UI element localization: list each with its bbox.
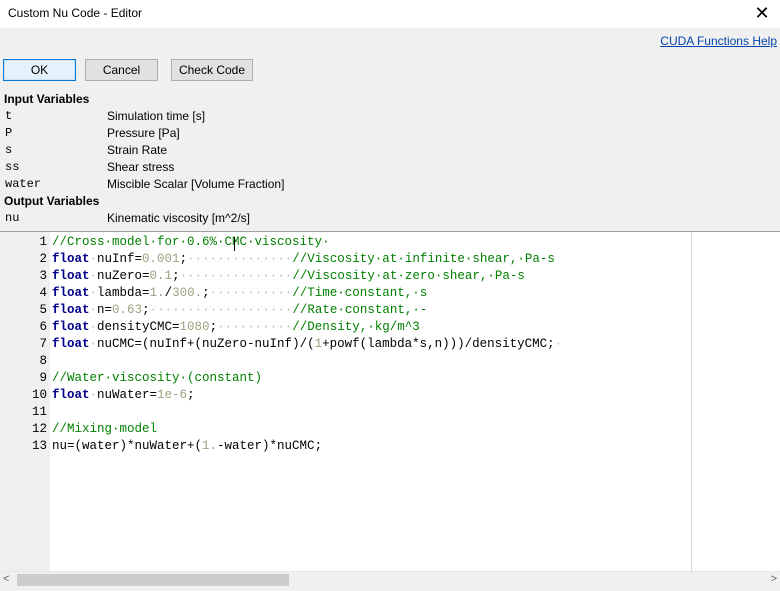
line-number: 5 [39, 303, 47, 317]
line-number: 11 [31, 405, 47, 419]
line-number: 8 [39, 354, 47, 368]
line-number: 4 [39, 286, 47, 300]
variable-name: s [5, 143, 13, 157]
ok-button[interactable]: OK [3, 59, 76, 81]
top-panel: CUDA Functions Help OK Cancel Check Code… [0, 28, 780, 231]
scrollbar-thumb[interactable] [17, 574, 289, 586]
input-variable-row: ss Shear stress [0, 159, 780, 176]
variable-name: t [5, 109, 13, 123]
input-variable-row: s Strain Rate [0, 142, 780, 159]
line-number: 2 [39, 252, 47, 266]
input-variable-row: P Pressure [Pa] [0, 125, 780, 142]
input-variable-row: t Simulation time [s] [0, 108, 780, 125]
variable-description: Shear stress [107, 160, 175, 174]
code-line[interactable]: float·nuZero=0.1;···············//Viscos… [52, 269, 525, 283]
output-variable-row: nu Kinematic viscosity [m^2/s] [0, 210, 780, 227]
variable-name: water [5, 177, 42, 191]
cancel-button[interactable]: Cancel [85, 59, 158, 81]
code-line[interactable]: float·nuWater=1e-6; [52, 388, 195, 402]
line-number: 9 [39, 371, 47, 385]
input-variable-row: water Miscible Scalar [Volume Fraction] [0, 176, 780, 193]
variable-description: Simulation time [s] [107, 109, 206, 123]
variable-description: Strain Rate [107, 143, 168, 157]
close-icon[interactable]: ✕ [752, 2, 772, 24]
line-number: 1 [39, 235, 47, 249]
code-line[interactable]: float·n=0.63;···················//Rate·c… [52, 303, 427, 317]
line-number: 10 [31, 388, 47, 402]
variable-name: P [5, 126, 13, 140]
horizontal-scrollbar[interactable]: < > [0, 571, 780, 588]
variable-name: ss [5, 160, 20, 174]
code-line[interactable]: float·nuInf=0.001;··············//Viscos… [52, 252, 555, 266]
output-variables-heading: Output Variables [4, 194, 100, 208]
scroll-left-icon[interactable]: < [3, 573, 9, 585]
code-line[interactable]: float·densityCMC=1080;··········//Densit… [52, 320, 420, 334]
right-margin-guide [691, 232, 692, 571]
line-number: 6 [39, 320, 47, 334]
code-line[interactable]: nu=(water)*nuWater+(1.-water)*nuCMC; [52, 439, 322, 453]
line-number: 3 [39, 269, 47, 283]
check-code-button[interactable]: Check Code [171, 59, 253, 81]
line-number: 13 [31, 439, 47, 453]
variable-description: Kinematic viscosity [m^2/s] [107, 211, 250, 225]
code-line[interactable]: float·nuCMC=(nuInf+(nuZero-nuInf)/(1+pow… [52, 337, 562, 351]
input-variables-heading: Input Variables [4, 92, 90, 106]
scroll-right-icon[interactable]: > [771, 573, 777, 585]
code-line[interactable]: //Cross·model·for·0.6%·CMC·viscosity· [52, 235, 330, 249]
line-number: 7 [39, 337, 47, 351]
line-number: 12 [31, 422, 47, 436]
variable-name: nu [5, 211, 20, 225]
code-line[interactable]: float·lambda=1./300.;···········//Time·c… [52, 286, 427, 300]
cuda-help-link[interactable]: CUDA Functions Help [660, 34, 777, 48]
code-line[interactable]: //Mixing·model [52, 422, 157, 436]
variable-description: Miscible Scalar [Volume Fraction] [107, 177, 285, 191]
text-cursor [234, 237, 235, 251]
code-line[interactable]: //Water·viscosity·(constant) [52, 371, 262, 385]
window-title: Custom Nu Code - Editor [8, 6, 143, 20]
variable-description: Pressure [Pa] [107, 126, 180, 140]
title-bar: Custom Nu Code - Editor ✕ [0, 0, 780, 28]
